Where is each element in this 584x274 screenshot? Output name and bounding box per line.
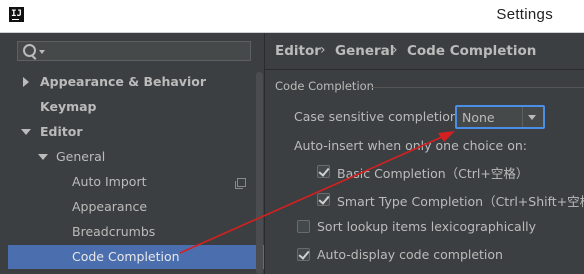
tree-item-editor[interactable]: Editor [40, 121, 83, 143]
window-title: Settings [496, 6, 553, 23]
breadcrumb-code-completion: Code Completion [407, 43, 537, 59]
basic-completion-checkbox[interactable] [317, 165, 330, 178]
case-sensitive-value: None [462, 110, 495, 125]
search-input[interactable] [17, 41, 251, 61]
chevron-down-icon [528, 115, 536, 120]
header-divider [265, 69, 584, 70]
smart-type-completion-checkbox[interactable] [317, 193, 330, 206]
collapse-arrow-icon[interactable] [21, 129, 31, 135]
expand-arrow-icon[interactable] [23, 77, 29, 87]
title-bar: IJ Settings [0, 0, 584, 33]
smart-type-completion-label[interactable]: Smart Type Completion（Ctrl+Shift+空格 [337, 191, 584, 210]
tree-item-appearance-behavior[interactable]: Appearance & Behavior [40, 71, 206, 93]
tree-item-keymap[interactable]: Keymap [40, 96, 97, 118]
collapse-arrow-icon[interactable] [38, 154, 48, 160]
tree-item-general[interactable]: General [56, 146, 105, 168]
sort-lexicographically-checkbox[interactable] [297, 220, 310, 233]
case-sensitive-select[interactable]: None [455, 105, 545, 129]
breadcrumb-general: General [335, 43, 395, 59]
tree-item-auto-import[interactable]: Auto Import [72, 171, 146, 193]
breadcrumb-editor: Editor [275, 43, 321, 59]
auto-insert-label: Auto-insert when only one choice on: [294, 138, 527, 153]
search-icon [23, 44, 36, 57]
auto-display-label[interactable]: Auto-display code completion [317, 247, 503, 262]
tree-item-breadcrumbs[interactable]: Breadcrumbs [72, 221, 155, 243]
section-title: Code Completion [275, 79, 374, 93]
search-history-dropdown-icon[interactable] [39, 50, 45, 54]
auto-display-checkbox[interactable] [297, 248, 310, 261]
tree-item-appearance[interactable]: Appearance [72, 196, 147, 218]
sort-lexicographically-label[interactable]: Sort lookup items lexicographically [317, 219, 536, 234]
intellij-app-icon: IJ [9, 7, 24, 22]
basic-completion-label[interactable]: Basic Completion（Ctrl+空格） [337, 163, 528, 182]
tree-scrollbar[interactable] [256, 72, 263, 274]
dropdown-button[interactable] [522, 107, 543, 127]
tree-item-code-completion[interactable]: Code Completion [72, 246, 180, 268]
breadcrumb-separator-icon: › [320, 42, 326, 58]
project-settings-icon [235, 178, 246, 189]
breadcrumb-separator-icon: › [392, 42, 398, 58]
case-sensitive-label: Case sensitive completion: [294, 109, 463, 124]
section-title-line [372, 87, 584, 88]
